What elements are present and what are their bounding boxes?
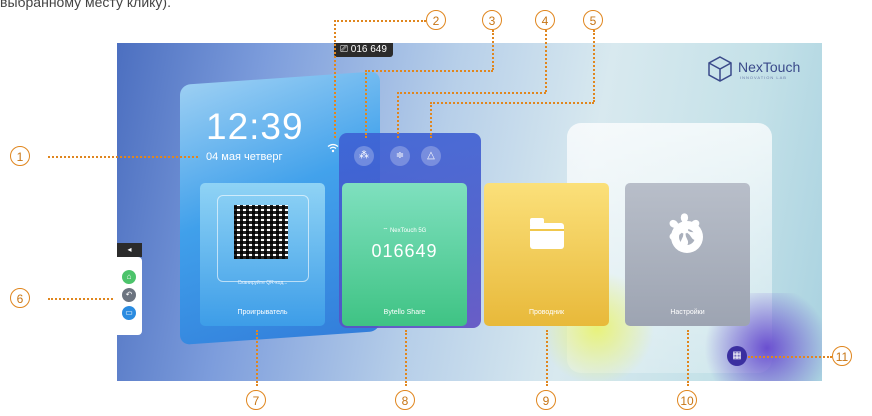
callout-line-4c bbox=[397, 92, 399, 138]
clock: 12:39 bbox=[206, 106, 304, 147]
callout-line-5a bbox=[593, 30, 595, 102]
back-icon[interactable]: ↶ bbox=[122, 288, 136, 302]
player-label: Проигрыватель bbox=[237, 309, 288, 316]
callout-5: 5 bbox=[583, 10, 603, 30]
wifi-icon[interactable] bbox=[327, 143, 339, 156]
callout-11: 11 bbox=[832, 346, 852, 366]
device-id-badge: ⎚ 016 649 bbox=[334, 43, 393, 57]
logo-tagline: INNOVATION LAB bbox=[740, 75, 787, 80]
callout-line-3a bbox=[492, 30, 494, 70]
qr-hint: Сканируйте QR-код... bbox=[237, 280, 288, 286]
nextouch-logo: NexTouch INNOVATION LAB bbox=[706, 55, 816, 85]
player-tile[interactable]: Сканируйте QR-код... Проигрыватель bbox=[200, 183, 325, 326]
settings-tile[interactable]: Настройки bbox=[625, 183, 750, 326]
callout-line-2v bbox=[334, 20, 336, 138]
callout-line-6 bbox=[48, 298, 113, 300]
device-id: 016 649 bbox=[350, 44, 387, 55]
callout-line-11 bbox=[748, 356, 832, 358]
bytello-share-label: Bytello Share bbox=[383, 309, 426, 316]
side-toolbar: ◂ ⌂ ↶ ▭ bbox=[117, 243, 142, 335]
share-network-name: NexTouch 5G bbox=[389, 228, 427, 234]
callout-line-5b bbox=[430, 102, 594, 104]
share-network: ⌔ NexTouch 5G bbox=[382, 228, 427, 234]
logo-cube-icon bbox=[708, 56, 732, 82]
sidebar-toggle[interactable]: ◂ bbox=[117, 243, 142, 257]
callout-line-1 bbox=[48, 156, 198, 158]
logo-name: NexTouch bbox=[738, 59, 801, 75]
callout-7: 7 bbox=[246, 390, 266, 410]
share-code: 016649 bbox=[371, 241, 438, 261]
header-text: выбранному месту клику). bbox=[0, 0, 171, 10]
callout-line-3b bbox=[365, 70, 493, 72]
callout-1: 1 bbox=[10, 146, 30, 166]
apps-grid-icon[interactable]: ▦ bbox=[727, 346, 747, 366]
callout-line-2 bbox=[334, 20, 426, 22]
home-icon[interactable]: ⌂ bbox=[122, 270, 136, 284]
triangle-warning-icon[interactable]: △ bbox=[421, 146, 441, 166]
callout-3: 3 bbox=[482, 10, 502, 30]
callout-line-5c bbox=[430, 102, 432, 138]
date: 04 мая четверг bbox=[206, 151, 283, 163]
callout-line-9 bbox=[546, 330, 548, 386]
callout-line-7 bbox=[256, 330, 258, 386]
callout-9: 9 bbox=[536, 390, 556, 410]
callout-6: 6 bbox=[10, 288, 30, 308]
callout-line-4a bbox=[545, 30, 547, 92]
qr-code bbox=[234, 205, 288, 259]
callout-8: 8 bbox=[395, 390, 415, 410]
callout-line-10 bbox=[687, 330, 689, 386]
file-explorer-label: Проводник bbox=[528, 309, 565, 316]
callout-line-8 bbox=[405, 330, 407, 386]
settings-label: Настройки bbox=[670, 309, 705, 316]
callout-2: 2 bbox=[426, 10, 446, 30]
bytello-share-tile[interactable]: ⌔ NexTouch 5G 016649 Bytello Share bbox=[342, 183, 467, 326]
sidebar-body: ⌂ ↶ ▭ bbox=[117, 257, 142, 335]
windows-icon[interactable]: ▭ bbox=[122, 306, 136, 320]
gear-icon bbox=[666, 210, 703, 254]
share-nodes-icon[interactable]: ⁂ bbox=[354, 146, 374, 166]
sliders-icon[interactable]: ≑ bbox=[390, 146, 410, 166]
callout-10: 10 bbox=[677, 390, 697, 410]
callout-line-3c bbox=[365, 70, 367, 138]
callout-line-4b bbox=[397, 92, 546, 94]
callout-4: 4 bbox=[535, 10, 555, 30]
folder-icon bbox=[530, 218, 564, 249]
file-explorer-tile[interactable]: Проводник bbox=[484, 183, 609, 326]
